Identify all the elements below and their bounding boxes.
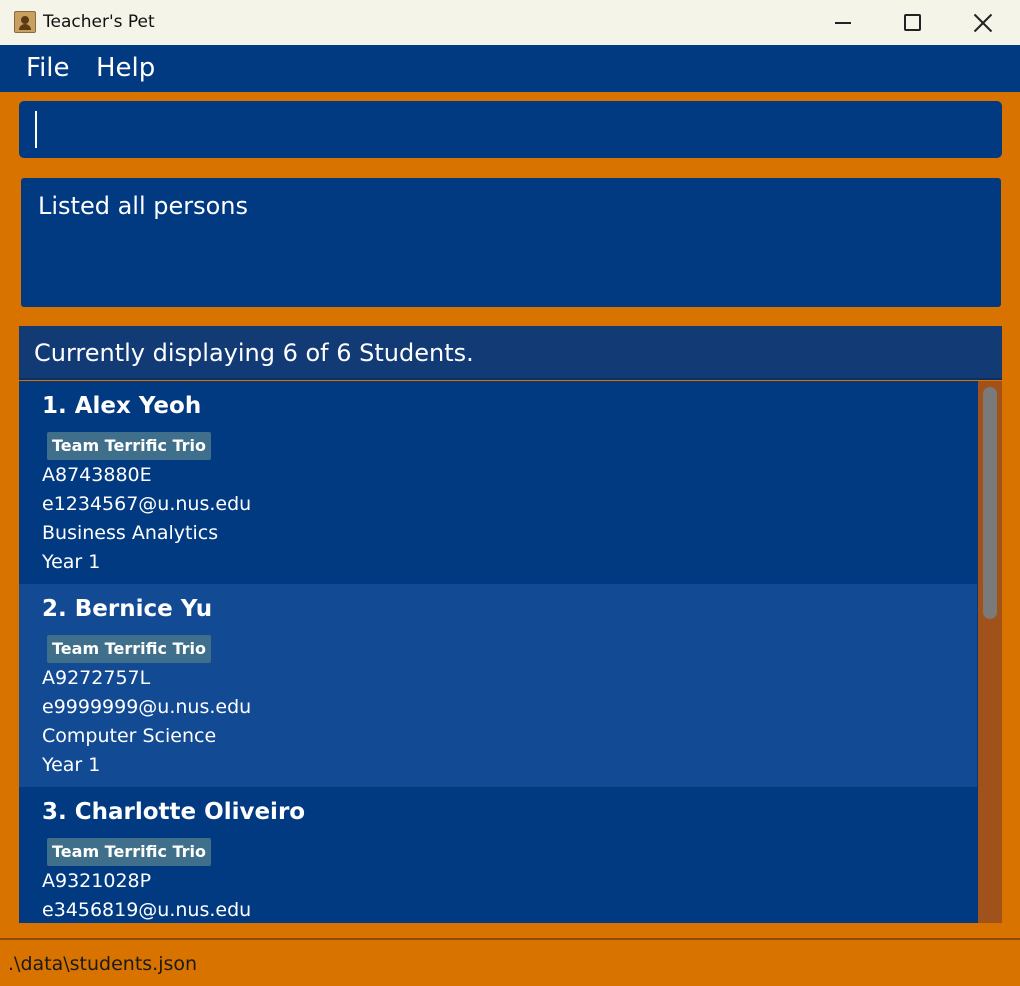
command-input[interactable] — [19, 101, 1002, 158]
app-icon — [14, 11, 36, 33]
maximize-icon — [903, 14, 921, 31]
student-year: Year 1 — [42, 754, 101, 776]
team-tag: Team Terrific Trio — [47, 432, 212, 460]
result-text: Listed all persons — [38, 192, 249, 220]
minimize-icon — [835, 21, 851, 24]
menu-help[interactable]: Help — [96, 53, 155, 83]
menu-file[interactable]: File — [26, 53, 70, 83]
student-email: e3456819@u.nus.edu — [42, 899, 252, 921]
student-list[interactable]: 1. Alex Yeoh Team Terrific Trio A8743880… — [19, 381, 1002, 923]
team-tag: Team Terrific Trio — [47, 838, 212, 866]
close-icon — [973, 13, 993, 33]
student-name: 3. Charlotte Oliveiro — [42, 799, 306, 825]
window-title: Teacher's Pet — [43, 12, 155, 32]
result-display: Listed all persons — [21, 178, 1001, 307]
team-tag: Team Terrific Trio — [47, 635, 212, 663]
student-email: e9999999@u.nus.edu — [42, 696, 252, 718]
student-major: Business Analytics — [42, 522, 219, 544]
student-card[interactable]: 1. Alex Yeoh Team Terrific Trio A8743880… — [19, 381, 977, 584]
student-name: 2. Bernice Yu — [42, 596, 213, 622]
list-header: Currently displaying 6 of 6 Students. — [19, 326, 1002, 380]
student-card[interactable]: 3. Charlotte Oliveiro Team Terrific Trio… — [19, 787, 977, 923]
student-id: A9272757L — [42, 667, 151, 689]
text-caret — [35, 111, 37, 148]
student-id: A8743880E — [42, 464, 152, 486]
minimize-button[interactable] — [808, 0, 878, 45]
data-file-path: .\data\students.json — [8, 953, 198, 975]
student-name: 1. Alex Yeoh — [42, 393, 202, 419]
student-id: A9321028P — [42, 870, 152, 892]
student-email: e1234567@u.nus.edu — [42, 493, 252, 515]
student-card[interactable]: 2. Bernice Yu Team Terrific Trio A927275… — [19, 584, 977, 787]
scrollbar-thumb[interactable] — [983, 387, 997, 619]
student-major: Computer Science — [42, 725, 217, 747]
scrollbar[interactable] — [978, 381, 1002, 923]
menu-bar: File Help — [0, 45, 1020, 92]
list-header-text: Currently displaying 6 of 6 Students. — [34, 339, 474, 367]
maximize-button[interactable] — [877, 0, 947, 45]
status-bar: .\data\students.json — [0, 938, 1020, 986]
close-button[interactable] — [948, 0, 1018, 45]
title-bar: Teacher's Pet — [0, 0, 1020, 45]
student-year: Year 1 — [42, 551, 101, 573]
